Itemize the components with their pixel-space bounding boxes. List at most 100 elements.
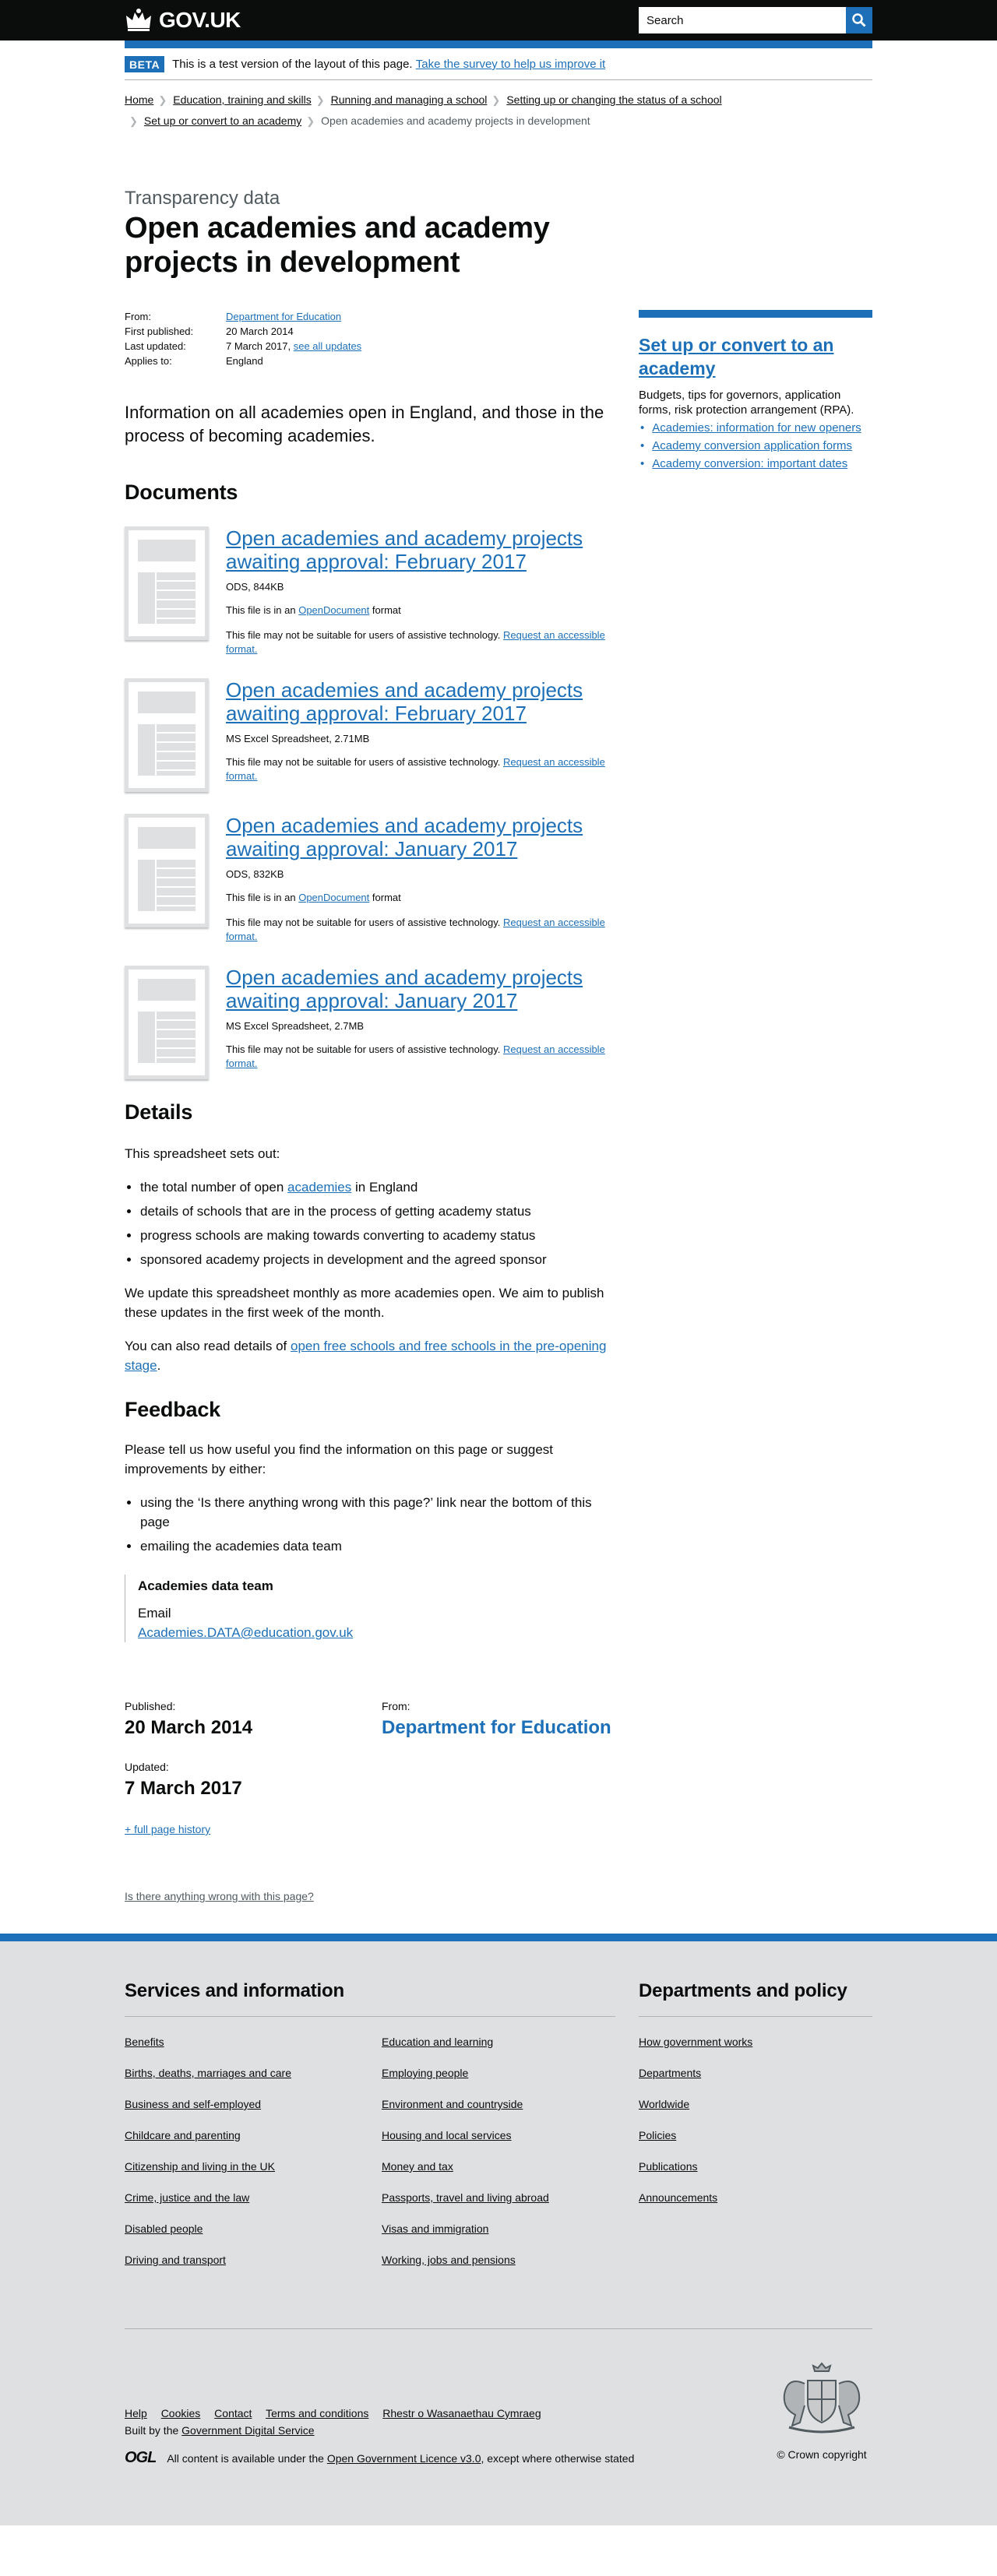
contact-email-link[interactable]: Academies.DATA@education.gov.uk: [138, 1625, 353, 1640]
meta-last-value: 7 March 2017,: [226, 340, 291, 352]
footer-link[interactable]: Working, jobs and pensions: [382, 2254, 615, 2285]
sidebar-link[interactable]: Academy conversion application forms: [652, 439, 852, 452]
sidebar-link[interactable]: Academy conversion: important dates: [652, 457, 847, 470]
sidebar-title-link[interactable]: Set up or convert to an academy: [639, 335, 833, 378]
opendocument-link[interactable]: OpenDocument: [298, 892, 369, 903]
opendocument-link[interactable]: OpenDocument: [298, 604, 369, 616]
footer-link[interactable]: Departments: [639, 2067, 872, 2098]
spreadsheet-thumbnail-icon[interactable]: [125, 814, 209, 927]
format-suffix: format: [372, 604, 401, 616]
meta-last-label: Last updated:: [125, 340, 186, 352]
department-link[interactable]: Department for Education: [382, 1717, 611, 1738]
footer-contact-link[interactable]: Contact: [214, 2407, 252, 2419]
full-history-link[interactable]: + full page history: [125, 1823, 210, 1835]
footer-link[interactable]: Crime, justice and the law: [125, 2191, 382, 2222]
spreadsheet-thumbnail-icon[interactable]: [125, 678, 209, 792]
licence-link[interactable]: Open Government Licence v3.0: [327, 2452, 481, 2465]
sidebar-link[interactable]: Academies: information for new openers: [652, 421, 861, 435]
header-blue-bar: [125, 40, 872, 48]
govuk-logo-link[interactable]: GOV.UK: [125, 8, 241, 33]
breadcrumb-school-status[interactable]: Setting up or changing the status of a s…: [506, 93, 721, 106]
accessibility-note: This file may not be suitable for users …: [226, 1043, 501, 1055]
updated-value: 7 March 2017: [125, 1778, 242, 1799]
footer-link[interactable]: Environment and countryside: [382, 2098, 615, 2129]
meta-first-label: First published:: [125, 326, 194, 337]
crown-copyright-link[interactable]: © Crown copyright: [777, 2448, 866, 2461]
footer-link[interactable]: Housing and local services: [382, 2129, 615, 2160]
beta-banner: BETA This is a test version of the layou…: [125, 48, 872, 80]
breadcrumb-education[interactable]: Education, training and skills: [173, 93, 311, 106]
attachment-size: MS Excel Spreadsheet, 2.71MB: [226, 733, 370, 744]
footer-link[interactable]: Visas and immigration: [382, 2222, 615, 2254]
meta-from-label: From:: [125, 311, 151, 322]
search-form: [639, 7, 872, 33]
footer-cookies-link[interactable]: Cookies: [161, 2407, 201, 2419]
footer-link[interactable]: Education and learning: [382, 2036, 615, 2067]
academies-link[interactable]: academies: [287, 1180, 351, 1195]
metadata: From: Department for Education First publ…: [125, 309, 615, 368]
chevron-right-icon: ❯: [129, 115, 138, 127]
attachment-title-link[interactable]: Open academies and academy projects awai…: [226, 814, 615, 860]
footer-link[interactable]: Announcements: [639, 2191, 872, 2222]
footer-link[interactable]: Money and tax: [382, 2160, 615, 2191]
attachment: Open academies and academy projects awai…: [125, 814, 615, 944]
footer-link[interactable]: Citizenship and living in the UK: [125, 2160, 382, 2191]
details-paragraph: You can also read details of open free s…: [125, 1339, 607, 1373]
attachment-title-link[interactable]: Open academies and academy projects awai…: [226, 678, 615, 725]
ogl-logo-icon: OGL: [125, 2449, 157, 2466]
footer-departments-heading: Departments and policy: [639, 1980, 872, 2017]
logo-text: GOV.UK: [159, 8, 241, 32]
list-item: using the ‘Is there anything wrong with …: [140, 1493, 615, 1532]
meta-from-link[interactable]: Department for Education: [226, 309, 341, 324]
footer-link[interactable]: Policies: [639, 2129, 872, 2160]
footer-link[interactable]: Driving and transport: [125, 2254, 382, 2285]
built-by: Built by the Government Digital Service: [125, 2424, 315, 2437]
footer-link[interactable]: Births, deaths, marriages and care: [125, 2067, 382, 2098]
footer-link[interactable]: Worldwide: [639, 2098, 872, 2129]
spreadsheet-thumbnail-icon[interactable]: [125, 966, 209, 1079]
footer-departments: Departments and policy How government wo…: [639, 1980, 872, 2285]
search-icon: [852, 13, 866, 27]
report-problem-link[interactable]: Is there anything wrong with this page?: [125, 1890, 314, 1902]
list-item: sponsored academy projects in developmen…: [140, 1250, 615, 1269]
footer-link[interactable]: Benefits: [125, 2036, 382, 2067]
feedback-heading: Feedback: [125, 1398, 220, 1421]
footer-link[interactable]: Employing people: [382, 2067, 615, 2098]
search-input[interactable]: [639, 7, 846, 33]
search-button[interactable]: [846, 7, 872, 33]
chevron-right-icon: ❯: [491, 94, 501, 106]
footer-welsh-link[interactable]: Rhestr o Wasanaethau Cymraeg: [382, 2407, 541, 2419]
publication-info: Published: 20 March 2014 From: Departmen…: [125, 1700, 615, 1739]
breadcrumb-home[interactable]: Home: [125, 93, 153, 106]
footer-link[interactable]: Publications: [639, 2160, 872, 2191]
chevron-right-icon: ❯: [306, 115, 315, 127]
meta-applies-label: Applies to:: [125, 355, 172, 367]
footer-link[interactable]: Childcare and parenting: [125, 2129, 382, 2160]
spreadsheet-thumbnail-icon[interactable]: [125, 526, 209, 640]
chevron-right-icon: ❯: [158, 94, 167, 106]
feedback-list: using the ‘Is there anything wrong with …: [140, 1493, 615, 1556]
attachment-title-link[interactable]: Open academies and academy projects awai…: [226, 526, 615, 573]
gds-link[interactable]: Government Digital Service: [181, 2424, 314, 2437]
footer-help-link[interactable]: Help: [125, 2407, 147, 2419]
beta-text: This is a test version of the layout of …: [172, 58, 413, 71]
footer-link[interactable]: Passports, travel and living abroad: [382, 2191, 615, 2222]
accessibility-note: This file may not be suitable for users …: [226, 629, 501, 641]
footer-link[interactable]: Disabled people: [125, 2222, 382, 2254]
documents-heading: Documents: [125, 480, 238, 504]
footer-link[interactable]: How government works: [639, 2036, 872, 2067]
meta-first-value: 20 March 2014: [226, 326, 294, 337]
footer-link[interactable]: Business and self-employed: [125, 2098, 382, 2129]
see-all-updates-link[interactable]: see all updates: [294, 339, 361, 354]
updated-label: Updated:: [125, 1761, 169, 1773]
site-footer: Services and information Benefits Births…: [0, 1934, 997, 2525]
list-item: Academy conversion: important dates: [639, 455, 872, 473]
attachment-title-link[interactable]: Open academies and academy projects awai…: [226, 966, 615, 1012]
attachment-size: MS Excel Spreadsheet, 2.7MB: [226, 1020, 365, 1032]
beta-tag: BETA: [125, 56, 165, 72]
survey-link[interactable]: Take the survey to help us improve it: [416, 58, 605, 71]
footer-terms-link[interactable]: Terms and conditions: [266, 2407, 368, 2419]
breadcrumb-academy[interactable]: Set up or convert to an academy: [144, 114, 301, 127]
list-item: emailing the academies data team: [140, 1536, 615, 1556]
breadcrumb-running-school[interactable]: Running and managing a school: [331, 93, 488, 106]
